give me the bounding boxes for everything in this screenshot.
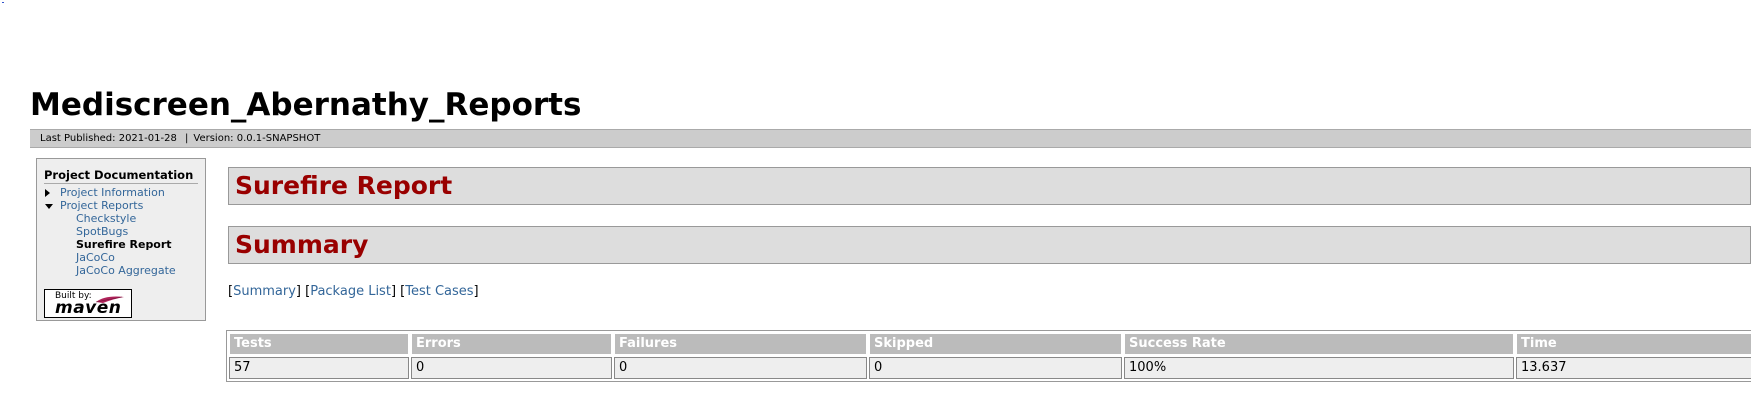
breadcrumb-bar: Last Published: 2021-01-28 | Version: 0.0…	[30, 129, 1751, 148]
cell-failures: 0	[614, 357, 867, 379]
sidebar-item-label[interactable]: JaCoCo Aggregate	[76, 264, 176, 277]
sidebar-item-surefire-report: Surefire Report	[76, 238, 198, 251]
built-by-maven-logo[interactable]: Built by: maven	[44, 289, 132, 318]
column-header-time: Time	[1516, 333, 1751, 355]
sidebar-item-active-label: Surefire Report	[76, 238, 172, 251]
sidebar-item-label[interactable]: SpotBugs	[76, 225, 128, 238]
sidebar-item-spotbugs[interactable]: SpotBugs	[76, 225, 198, 238]
surefire-report-section: Surefire Report	[228, 167, 1751, 205]
arrow-down-icon	[45, 204, 53, 209]
summary-link[interactable]: Summary	[233, 284, 296, 299]
section-title: Surefire Report	[235, 171, 453, 200]
sidebar-item-checkstyle[interactable]: Checkstyle	[76, 212, 198, 225]
site-title: Mediscreen_Abernathy_Reports	[30, 87, 582, 123]
column-header-skipped: Skipped	[869, 333, 1122, 355]
column-header-success-rate: Success Rate	[1124, 333, 1514, 355]
cell-success-rate: 100%	[1124, 357, 1514, 379]
breadcrumb-separator: |	[185, 133, 189, 144]
cell-time: 13.637	[1516, 357, 1751, 379]
summary-table: Tests Errors Failures Skipped Success Ra…	[226, 330, 1751, 382]
sidebar-item-label[interactable]: Project Reports	[60, 199, 143, 212]
summary-section: Summary	[228, 226, 1751, 264]
cell-skipped: 0	[869, 357, 1122, 379]
sidebar: Project Documentation Project Informatio…	[36, 158, 206, 321]
report-nav-links: [Summary] [Package List] [Test Cases]	[228, 284, 479, 299]
column-header-errors: Errors	[411, 333, 612, 355]
maven-feather-icon	[95, 296, 124, 303]
sidebar-menu: Project Information Project Reports Chec…	[44, 186, 198, 277]
corner-dot	[2, 2, 4, 3]
sidebar-item-label[interactable]: Project Information	[60, 186, 165, 199]
sidebar-item-jacoco-aggregate[interactable]: JaCoCo Aggregate	[76, 264, 198, 277]
column-header-tests: Tests	[229, 333, 409, 355]
column-header-failures: Failures	[614, 333, 867, 355]
project-version: Version: 0.0.1-SNAPSHOT	[193, 133, 321, 144]
sidebar-item-project-information[interactable]: Project Information	[44, 186, 198, 199]
sidebar-heading: Project Documentation	[44, 169, 198, 184]
arrow-right-icon	[45, 189, 50, 197]
table-header-row: Tests Errors Failures Skipped Success Ra…	[229, 333, 1751, 355]
sidebar-item-label[interactable]: JaCoCo	[76, 251, 115, 264]
last-published: Last Published: 2021-01-28	[40, 133, 177, 144]
package-list-link[interactable]: Package List	[310, 284, 391, 299]
sidebar-item-label[interactable]: Checkstyle	[76, 212, 136, 225]
summary-title: Summary	[235, 230, 369, 259]
test-cases-link[interactable]: Test Cases	[405, 284, 473, 299]
cell-tests: 57	[229, 357, 409, 379]
cell-errors: 0	[411, 357, 612, 379]
table-row: 57 0 0 0 100% 13.637	[229, 357, 1751, 379]
sidebar-item-jacoco[interactable]: JaCoCo	[76, 251, 198, 264]
sidebar-item-project-reports[interactable]: Project Reports Checkstyle SpotBugs Sure…	[44, 199, 198, 277]
sidebar-submenu: Checkstyle SpotBugs Surefire Report JaCo…	[60, 212, 198, 277]
page: Mediscreen_Abernathy_Reports Last Publis…	[0, 0, 1751, 400]
